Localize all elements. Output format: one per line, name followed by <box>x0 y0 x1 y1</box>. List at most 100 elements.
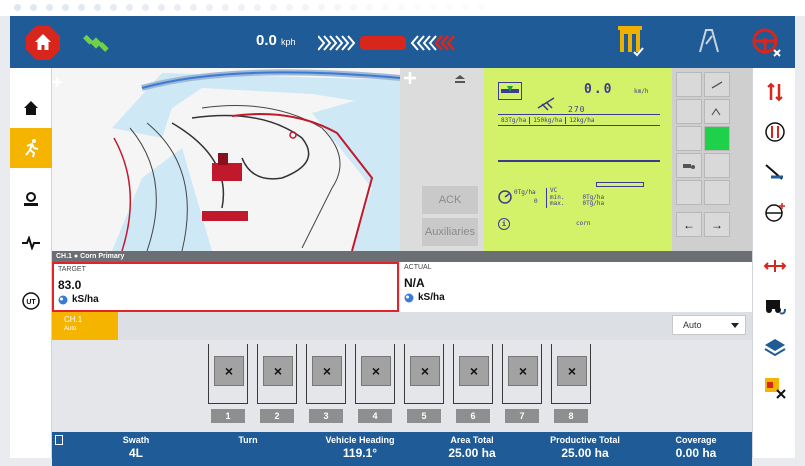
shift-line-button[interactable] <box>753 154 796 190</box>
ab-line-icon <box>764 122 785 142</box>
nudge-arrows-icon <box>763 260 786 272</box>
softkey-1[interactable] <box>676 72 702 97</box>
sidebar-item-guidance[interactable] <box>10 128 52 168</box>
runner-icon <box>25 139 39 158</box>
stat-label: Area Total <box>450 435 494 445</box>
sidebar-item-implement[interactable] <box>10 180 52 220</box>
softkey-2[interactable] <box>704 72 730 97</box>
nudge-button[interactable] <box>753 248 796 284</box>
steering-add-button[interactable] <box>753 194 796 230</box>
field-map[interactable] <box>52 68 400 251</box>
vehicle-sync-button[interactable] <box>753 288 796 324</box>
gps-satellite-icon[interactable] <box>82 29 110 57</box>
softkey-6-active[interactable] <box>704 126 730 151</box>
implement-settings-icon <box>24 192 38 206</box>
section-3: × 3 <box>302 344 349 426</box>
section-off-button[interactable]: × <box>508 356 538 386</box>
page-icon <box>55 435 63 445</box>
section-number[interactable]: 1 <box>211 409 245 423</box>
auxiliaries-button[interactable]: Auxiliaries <box>422 218 478 246</box>
layers-icon <box>763 339 786 357</box>
arrow-left-button[interactable]: ← <box>676 212 702 237</box>
ut-side-panel: ACK Auxiliaries <box>400 68 484 251</box>
stat-label: Turn <box>238 435 258 445</box>
actual-value: N/A <box>404 276 425 290</box>
lcd-minmax-box: VC min. 0Tg/ha max. 0Tg/ha <box>546 187 660 208</box>
implement-status-icon[interactable] <box>616 24 644 58</box>
stat-label: Productive Total <box>550 435 620 445</box>
section-4: × 4 <box>351 344 398 426</box>
eject-icon[interactable] <box>452 74 468 84</box>
map-clear-icon <box>764 378 786 399</box>
softkey-10[interactable] <box>704 180 730 205</box>
section-off-button[interactable]: × <box>263 356 293 386</box>
lcd-max-label: max. <box>550 200 565 207</box>
section-off-button[interactable]: × <box>410 356 440 386</box>
section-1: × 1 <box>204 344 251 426</box>
expand-plus-icon[interactable] <box>404 72 416 84</box>
ack-button[interactable]: ACK <box>422 186 478 214</box>
tractor-icon <box>683 163 695 169</box>
map-clear-button[interactable] <box>753 370 796 406</box>
guidance-lines-icon <box>766 82 783 102</box>
actual-unit: kS/ha <box>418 292 445 303</box>
auto-steer-icon[interactable] <box>694 26 722 56</box>
channel-tab[interactable]: CH.1 Auto <box>52 312 118 340</box>
lcd-crop: corn <box>576 220 591 227</box>
section-off-button[interactable]: × <box>459 356 489 386</box>
svg-text:UT: UT <box>26 299 36 306</box>
section-off-button[interactable]: × <box>312 356 342 386</box>
home-icon <box>35 34 51 50</box>
hitch-icon <box>711 80 723 89</box>
ab-line-button[interactable] <box>753 114 796 150</box>
section-number[interactable]: 6 <box>456 409 490 423</box>
section-off-button[interactable]: × <box>361 356 391 386</box>
lcd-heading: 270 <box>568 105 586 114</box>
target-rate-field[interactable]: TARGET 83.0 kS/ha <box>52 262 399 312</box>
section-number[interactable]: 7 <box>505 409 539 423</box>
guidance-line-button[interactable] <box>753 74 796 110</box>
section-number[interactable]: 5 <box>407 409 441 423</box>
stat-value: 25.00 ha <box>561 446 609 460</box>
softkey-5[interactable] <box>676 126 702 151</box>
stat-3: Area Total 25.00 ha <box>422 435 522 460</box>
status-bar: Swath 4L Turn Vehicle Heading 119.1° Area Tot… <box>52 432 752 466</box>
section-7: × 7 <box>498 344 545 426</box>
sidebar-item-diagnostics[interactable] <box>10 223 52 263</box>
mode-dropdown[interactable]: Auto <box>672 315 746 335</box>
layers-button[interactable] <box>753 330 796 366</box>
down-arrow-box[interactable] <box>498 82 522 100</box>
home-stop-button[interactable] <box>26 26 60 60</box>
section-number[interactable]: 4 <box>358 409 392 423</box>
speed-value: 0.0 <box>256 32 277 49</box>
softkey-4[interactable] <box>704 99 730 124</box>
speed-readout: 0.0 kph <box>256 32 296 49</box>
seed-icon <box>58 295 68 304</box>
softkey-9[interactable] <box>676 180 702 205</box>
section-number[interactable]: 3 <box>309 409 343 423</box>
stat-5: Coverage 0.00 ha <box>646 435 746 460</box>
stat-label: Coverage <box>675 435 717 445</box>
section-off-button[interactable]: × <box>557 356 587 386</box>
section-off-button[interactable]: × <box>214 356 244 386</box>
lcd-pressure-label: 0Tg/ha <box>514 189 536 196</box>
lcd-rate-3: 12kg/ha <box>569 116 595 124</box>
softkey-3[interactable] <box>676 99 702 124</box>
softkey-7[interactable] <box>676 153 702 178</box>
speed-unit: kph <box>281 37 296 47</box>
arrow-right-button[interactable]: → <box>704 212 730 237</box>
actual-rate-field: ACTUAL N/A kS/ha <box>400 262 752 312</box>
sidebar-item-home[interactable] <box>10 88 52 128</box>
sidebar-item-universal-terminal[interactable]: UT <box>10 281 52 321</box>
info-icon[interactable]: i <box>498 218 510 230</box>
softkey-8[interactable] <box>704 153 730 178</box>
lcd-divider <box>498 160 660 162</box>
stat-value: 4L <box>128 446 143 460</box>
steering-wheel-off-icon[interactable] <box>750 26 782 58</box>
actual-unit-row: kS/ha <box>404 292 445 303</box>
section-number[interactable]: 8 <box>554 409 588 423</box>
stat-1: Turn <box>198 435 298 446</box>
channel-header: CH.1 ● Corn Primary <box>52 251 752 262</box>
channel-selector-row: CH.1 Auto Auto <box>52 312 752 340</box>
section-number[interactable]: 2 <box>260 409 294 423</box>
